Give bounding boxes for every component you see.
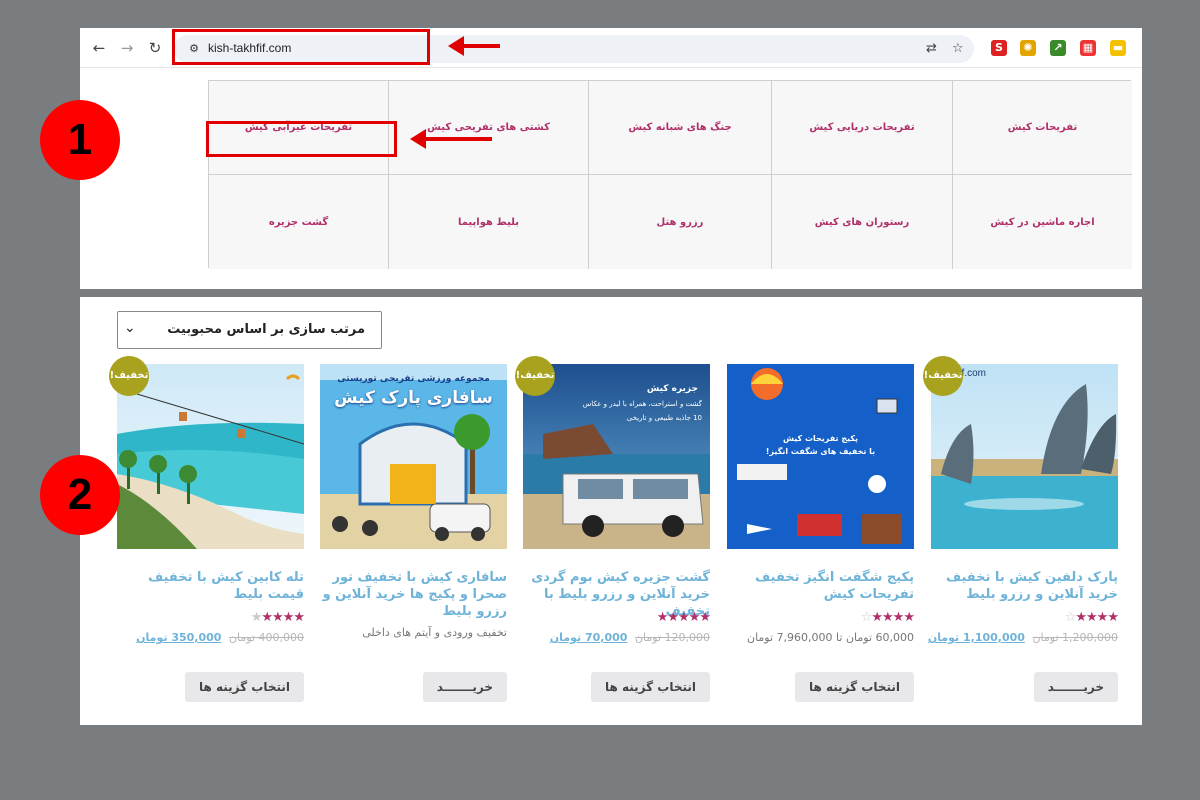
category-label: تفریحات کیش (1007, 122, 1078, 133)
category-cell[interactable]: بلیط هواپیما (389, 175, 589, 269)
rating-stars: ★★★★★ (656, 610, 711, 625)
image-caption: با تخفیف های شگفت انگیز! (765, 447, 876, 456)
image-caption: 10 جاذبه طبیعی و تاریخی (626, 414, 702, 422)
category-label: جنگ های شبانه کیش (628, 122, 732, 133)
image-caption: مجموعه ورزشی تفریحی توریستی (337, 374, 490, 384)
sort-label: مرتب سازی بر اساس محبوبیت (167, 322, 365, 337)
category-cell[interactable]: رزرو هتل (589, 175, 772, 269)
discount-badge: تخفیف! (923, 356, 963, 396)
reload-icon[interactable]: ↻ (146, 39, 164, 57)
category-cell[interactable]: جنگ های شبانه کیش (589, 81, 772, 175)
category-label: کشتی های تفریحی کیش (427, 122, 550, 133)
product-title[interactable]: سافاری کیش با تخفیف تور صحرا و پکیج ها خ… (320, 569, 507, 620)
category-cell[interactable]: کشتی های تفریحی کیش (389, 81, 589, 175)
category-grid: تفریحات غیرآبی کیش کشتی های تفریحی کیش ج… (208, 80, 1132, 269)
category-label: بلیط هواپیما (457, 216, 520, 228)
product-price: 60,000 تومان تا 7,960,000 تومان (747, 631, 914, 644)
sort-select[interactable]: مرتب سازی بر اساس محبوبیت ⌄ (117, 311, 382, 349)
price-text: تخفیف ورودی و آیتم های داخلی (362, 626, 507, 639)
buy-button[interactable]: خریـــــــد (1033, 672, 1118, 702)
translate-icon[interactable]: ⇄ (926, 41, 937, 56)
category-cell[interactable]: تفریحات دریایی کیش (772, 81, 953, 175)
image-caption: سافاری پارک کیش (334, 388, 493, 408)
product-card: hfif.com تخفیف! پارک دلفین کیش با تخفیف … (923, 356, 1119, 709)
product-image-package[interactable]: پکیج تفریحات کیش با تخفیف های شگفت انگیز… (727, 364, 914, 549)
product-image-safari[interactable]: مجموعه ورزشی تفریحی توریستی سافاری پارک … (320, 364, 507, 549)
category-cell[interactable]: رستوران های کیش (772, 175, 953, 269)
old-price: 1,200,000 تومان (1032, 631, 1118, 644)
extension-grid-icon[interactable]: ▦ (1080, 40, 1096, 56)
extension-arrow-icon[interactable]: ↗ (1050, 40, 1066, 56)
buy-button[interactable]: خریـــــــد (422, 672, 507, 702)
discount-badge: تخفیف! (515, 356, 555, 396)
product-image-island-tour[interactable]: جزیره کیش گشت و استراحت، همراه با لیدر و… (523, 364, 710, 549)
select-options-button[interactable]: انتخاب گزینه ها (794, 672, 914, 702)
new-price: 350,000 تومان (136, 631, 222, 644)
extension-badge-icon[interactable]: ✺ (1020, 40, 1036, 56)
image-caption: پکیج تفریحات کیش (782, 434, 859, 443)
discount-badge: تخفیف! (109, 356, 149, 396)
category-label: گشت جزیره (268, 216, 329, 228)
annotation-arrow-icon (448, 36, 500, 56)
old-price: 120,000 تومان (634, 631, 710, 644)
forward-arrow-icon[interactable]: → (118, 39, 136, 57)
product-card: تخفیف! تله کابین کیش با تخفیف قیمت بلیط … (109, 356, 305, 709)
annotation-arrow-icon (410, 129, 492, 149)
url-highlight-box (172, 29, 430, 65)
product-image-dolphin-park[interactable]: hfif.com (931, 364, 1118, 549)
back-arrow-icon[interactable]: ← (90, 39, 108, 57)
product-price: 400,000 تومان 350,000 تومان (136, 631, 304, 644)
rating-stars: ☆★★★★ (1064, 610, 1119, 625)
step-1-marker: 1 (40, 100, 120, 180)
products-section: مرتب سازی بر اساس محبوبیت ⌄ تخفیف! تله ک… (80, 297, 1142, 725)
category-label: اجاره ماشین در کیش (990, 216, 1095, 228)
old-price: 400,000 تومان (228, 631, 304, 644)
category-cell[interactable]: گشت جزیره (209, 175, 389, 269)
product-price: 120,000 تومان 70,000 تومان (550, 631, 710, 644)
product-title[interactable]: پارک دلفین کیش با تخفیف خرید آنلاین و رز… (931, 569, 1118, 603)
rating-stars: ★★★★★ (250, 610, 305, 625)
price-text: 60,000 تومان تا 7,960,000 تومان (746, 631, 914, 644)
bookmark-star-icon[interactable]: ☆ (952, 41, 964, 56)
product-image-cable-car[interactable] (117, 364, 304, 549)
product-card: پکیج تفریحات کیش با تخفیف های شگفت انگیز… (727, 364, 915, 709)
select-options-button[interactable]: انتخاب گزینه ها (184, 672, 304, 702)
product-card: جزیره کیش گشت و استراحت، همراه با لیدر و… (515, 356, 711, 709)
category-label: رستوران های کیش (814, 216, 910, 228)
step-2-marker: 2 (40, 455, 120, 535)
image-caption: گشت و استراحت، همراه با لیدر و عکاس (582, 400, 702, 408)
product-card: مجموعه ورزشی تفریحی توریستی سافاری پارک … (320, 364, 507, 709)
product-price: 1,200,000 تومان 1,100,000 تومان (928, 631, 1118, 644)
product-title[interactable]: پکیج شگفت انگیز تخفیف تفریحات کیش (727, 569, 914, 603)
new-price: 1,100,000 تومان (927, 631, 1025, 644)
product-title[interactable]: تله کابین کیش با تخفیف قیمت بلیط (117, 569, 304, 603)
category-cell[interactable]: تفریحات کیش (953, 81, 1132, 175)
extension-s-icon[interactable]: S (991, 40, 1007, 56)
rating-stars: ☆★★★★ (860, 610, 915, 625)
browser-window: ← → ↻ ⚙ kish-takhfif.com ⇄ ☆ S ✺ ↗ ▦ ▬ ت… (80, 28, 1142, 289)
new-price: 70,000 تومان (549, 631, 628, 644)
folder-icon[interactable]: ▬ (1110, 40, 1126, 56)
chevron-down-icon: ⌄ (124, 320, 136, 336)
image-caption: جزیره کیش (646, 384, 698, 394)
category-label: رزرو هتل (656, 216, 704, 228)
category-highlight-box (206, 121, 397, 157)
category-label: تفریحات دریایی کیش (809, 122, 915, 133)
select-options-button[interactable]: انتخاب گزینه ها (590, 672, 710, 702)
product-price: تخفیف ورودی و آیتم های داخلی (362, 626, 507, 639)
category-cell[interactable]: اجاره ماشین در کیش (953, 175, 1132, 269)
